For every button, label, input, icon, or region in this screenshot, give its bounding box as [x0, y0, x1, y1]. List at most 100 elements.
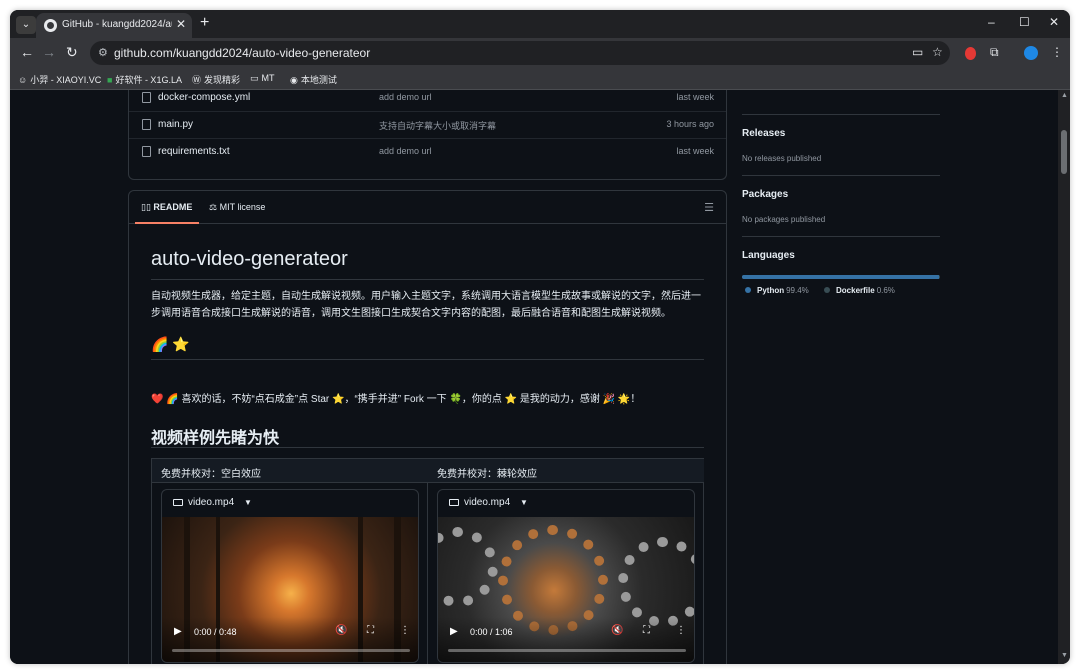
- tab-strip: ⌄ GitHub - kuangdd2024/auto- ✕ + – ☐ ✕: [10, 10, 1070, 39]
- book-icon: ▯▯: [141, 202, 154, 212]
- reload-button[interactable]: ↻: [66, 44, 78, 61]
- video-file-header[interactable]: video.mp4 ▼: [438, 490, 694, 517]
- language-python[interactable]: Python 99.4%: [745, 286, 809, 295]
- menu-dots-icon[interactable]: ⋮: [1051, 45, 1063, 59]
- readme-panel: ▯▯ README ⚖ MIT license ☰ auto-video-gen…: [128, 190, 727, 664]
- forward-button[interactable]: →: [42, 44, 56, 60]
- chevron-down-icon[interactable]: ▼: [520, 498, 528, 507]
- chevron-down-icon[interactable]: ▼: [244, 498, 252, 507]
- video-progress-track[interactable]: [172, 649, 410, 652]
- divider: [742, 175, 940, 176]
- outline-list-icon[interactable]: ☰: [704, 201, 714, 214]
- file-row[interactable]: main.py 支持自动字幕大小或取消字幕 3 hours ago: [129, 111, 726, 138]
- file-icon: [142, 119, 151, 130]
- bookmark-folder[interactable]: ▭ MT: [250, 73, 275, 84]
- divider: [151, 359, 704, 360]
- mute-icon[interactable]: 🔇: [335, 625, 347, 636]
- play-icon[interactable]: ▶: [174, 626, 182, 637]
- language-color-dot: [824, 287, 830, 293]
- more-options-icon[interactable]: ⋮: [676, 625, 686, 636]
- commit-message[interactable]: 支持自动字幕大小或取消字幕: [379, 119, 496, 132]
- wordpress-icon: Ⓦ: [192, 75, 202, 85]
- video-embed: video.mp4 ▼ ▶ 0:00 / 0:48 🔇 ⛶ ⋮: [161, 489, 419, 663]
- browser-toolbar: ← → ↻ ⚙ github.com/kuangdd2024/auto-vide…: [10, 38, 1070, 68]
- video-controls: ▶ 0:00 / 1:06 🔇 ⛶ ⋮: [438, 617, 694, 662]
- tab-close-button[interactable]: ✕: [176, 17, 186, 31]
- readme-tabs: ▯▯ README ⚖ MIT license ☰: [129, 191, 726, 224]
- page-scrollbar[interactable]: ▲ ▼: [1058, 90, 1070, 664]
- back-button[interactable]: ←: [20, 44, 34, 60]
- language-color-dot: [745, 287, 751, 293]
- divider: [151, 279, 704, 280]
- star-message: ❤️ 🌈 喜欢的话，不妨“点石成金”点 Star ⭐，“携手并进” Fork 一…: [151, 394, 641, 405]
- bookmark-item[interactable]: ◉ 本地测试: [290, 73, 337, 86]
- profile-avatar[interactable]: [1024, 46, 1038, 60]
- packages-heading[interactable]: Packages: [742, 189, 788, 200]
- releases-heading[interactable]: Releases: [742, 128, 785, 139]
- folder-icon: ▭: [250, 73, 259, 83]
- more-options-icon[interactable]: ⋮: [400, 625, 410, 636]
- new-tab-button[interactable]: +: [200, 14, 209, 32]
- languages-heading: Languages: [742, 250, 795, 261]
- file-row[interactable]: requirements.txt add demo url last week: [129, 138, 726, 165]
- video-column: 免费并校对：空白效应 video.mp4 ▼ ▶ 0:00 / 0:48 🔇 ⛶…: [152, 459, 428, 664]
- scroll-up-icon[interactable]: ▲: [1061, 92, 1068, 99]
- scroll-thumb[interactable]: [1061, 130, 1067, 174]
- mute-icon[interactable]: 🔇: [611, 625, 623, 636]
- bookmark-star-icon[interactable]: ☆: [932, 45, 943, 59]
- file-name[interactable]: requirements.txt: [158, 146, 230, 157]
- video-camera-icon: [173, 499, 183, 506]
- releases-note: No releases published: [742, 154, 822, 163]
- bookmark-item[interactable]: ☺ 小羿 - XIAOYI.VC: [18, 73, 101, 86]
- video-column: 免费并校对：棘轮效应 video.mp4 ▼ ▶ 0:00 / 1:06 🔇 ⛶…: [428, 459, 704, 664]
- file-name[interactable]: docker-compose.yml: [158, 92, 250, 103]
- browser-tab[interactable]: GitHub - kuangdd2024/auto- ✕: [36, 13, 192, 39]
- file-row[interactable]: docker-compose.yml add demo url last wee…: [129, 90, 726, 111]
- file-list: docker-compose.yml add demo url last wee…: [128, 90, 727, 180]
- video-player[interactable]: ▶ 0:00 / 1:06 🔇 ⛶ ⋮: [438, 517, 694, 662]
- language-dockerfile[interactable]: Dockerfile 0.6%: [824, 286, 895, 295]
- tab-license[interactable]: ⚖ MIT license: [209, 202, 265, 213]
- video-file-name[interactable]: video.mp4: [188, 497, 234, 508]
- cast-icon[interactable]: ▭: [912, 45, 923, 59]
- tab-title: GitHub - kuangdd2024/auto-: [62, 19, 172, 30]
- commit-message[interactable]: add demo url: [379, 146, 432, 156]
- video-time: 0:00 / 1:06: [470, 627, 513, 637]
- commit-message[interactable]: add demo url: [379, 92, 432, 102]
- tab-search-button[interactable]: ⌄: [16, 16, 36, 34]
- url-text: github.com/kuangdd2024/auto-video-genera…: [114, 46, 371, 60]
- packages-note: No packages published: [742, 215, 826, 224]
- fullscreen-icon[interactable]: ⛶: [643, 625, 650, 636]
- tab-readme[interactable]: ▯▯ README: [141, 202, 192, 213]
- extensions-puzzle-icon[interactable]: ⧉: [990, 45, 999, 60]
- video-progress-track[interactable]: [448, 649, 686, 652]
- file-icon: [142, 92, 151, 103]
- minimize-button[interactable]: –: [988, 15, 995, 29]
- divider: [742, 114, 940, 115]
- user-icon: ☺: [18, 75, 28, 85]
- video-column-header: 免费并校对：空白效应: [152, 459, 428, 483]
- divider: [742, 236, 940, 237]
- globe-icon: ◉: [290, 75, 298, 85]
- fullscreen-icon[interactable]: ⛶: [367, 625, 374, 636]
- video-time: 0:00 / 0:48: [194, 627, 237, 637]
- section-heading: 视频样例先睹为快: [151, 430, 280, 447]
- address-bar[interactable]: ⚙ github.com/kuangdd2024/auto-video-gene…: [90, 41, 950, 65]
- bookmark-item[interactable]: Ⓦ 发现精彩: [192, 73, 240, 86]
- github-icon: [44, 19, 57, 32]
- commit-date: 3 hours ago: [666, 119, 714, 129]
- maximize-button[interactable]: ☐: [1019, 15, 1030, 29]
- divider: [151, 447, 704, 448]
- site-info-icon[interactable]: ⚙: [98, 46, 108, 59]
- video-camera-icon: [449, 499, 459, 506]
- close-window-button[interactable]: ✕: [1049, 15, 1059, 29]
- video-file-header[interactable]: video.mp4 ▼: [162, 490, 418, 517]
- extension-icon[interactable]: [965, 47, 976, 60]
- video-controls: ▶ 0:00 / 0:48 🔇 ⛶ ⋮: [162, 617, 418, 662]
- bookmark-item[interactable]: ■ 好软件 - X1G.LA: [107, 73, 182, 86]
- play-icon[interactable]: ▶: [450, 626, 458, 637]
- video-player[interactable]: ▶ 0:00 / 0:48 🔇 ⛶ ⋮: [162, 517, 418, 662]
- file-name[interactable]: main.py: [158, 119, 193, 130]
- video-file-name[interactable]: video.mp4: [464, 497, 510, 508]
- scroll-down-icon[interactable]: ▼: [1061, 652, 1068, 659]
